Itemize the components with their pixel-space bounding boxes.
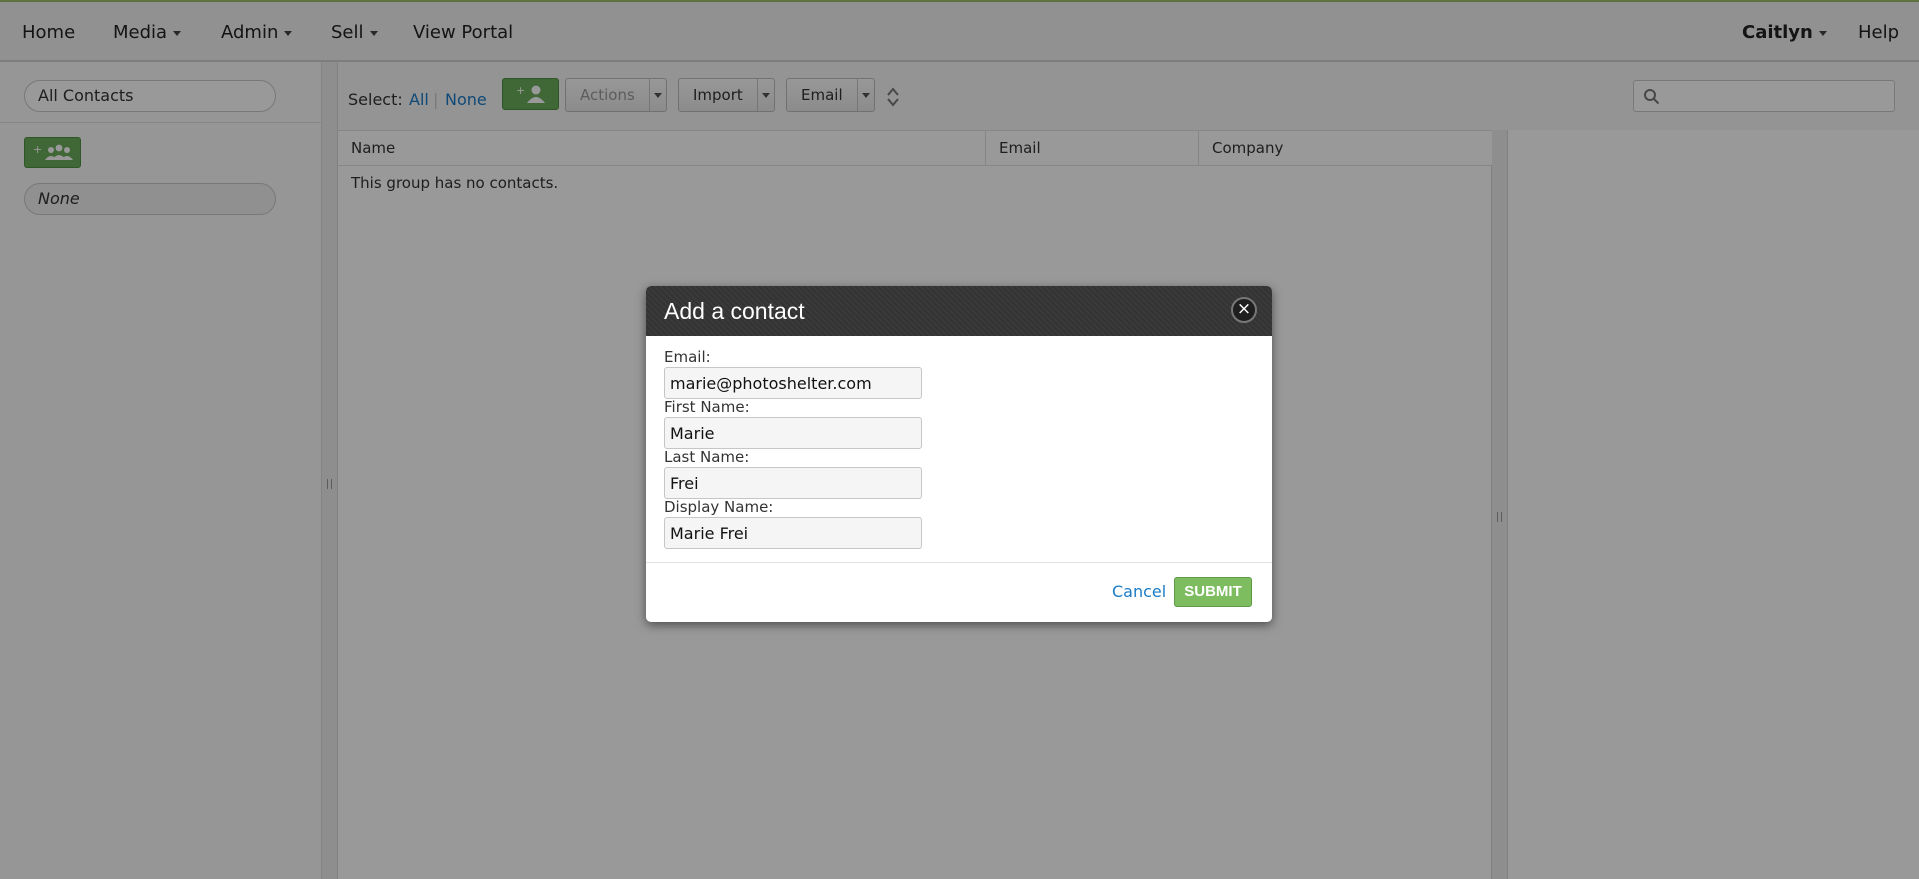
display-name-field[interactable] <box>664 517 922 549</box>
first-name-field[interactable] <box>664 417 922 449</box>
email-field-label: Email: <box>664 348 711 366</box>
first-name-field-label: First Name: <box>664 398 750 416</box>
dialog-header: Add a contact × <box>646 286 1272 336</box>
display-name-field-label: Display Name: <box>664 498 774 516</box>
email-field[interactable] <box>664 367 922 399</box>
dialog-footer-divider <box>646 562 1272 563</box>
last-name-field[interactable] <box>664 467 922 499</box>
cancel-button[interactable]: Cancel <box>1112 582 1166 601</box>
dialog-title: Add a contact <box>664 298 805 324</box>
close-icon[interactable]: × <box>1231 297 1257 323</box>
submit-button[interactable]: SUBMIT <box>1174 577 1252 607</box>
last-name-field-label: Last Name: <box>664 448 750 466</box>
add-contact-dialog: Add a contact × Email: First Name: Last … <box>646 286 1272 622</box>
